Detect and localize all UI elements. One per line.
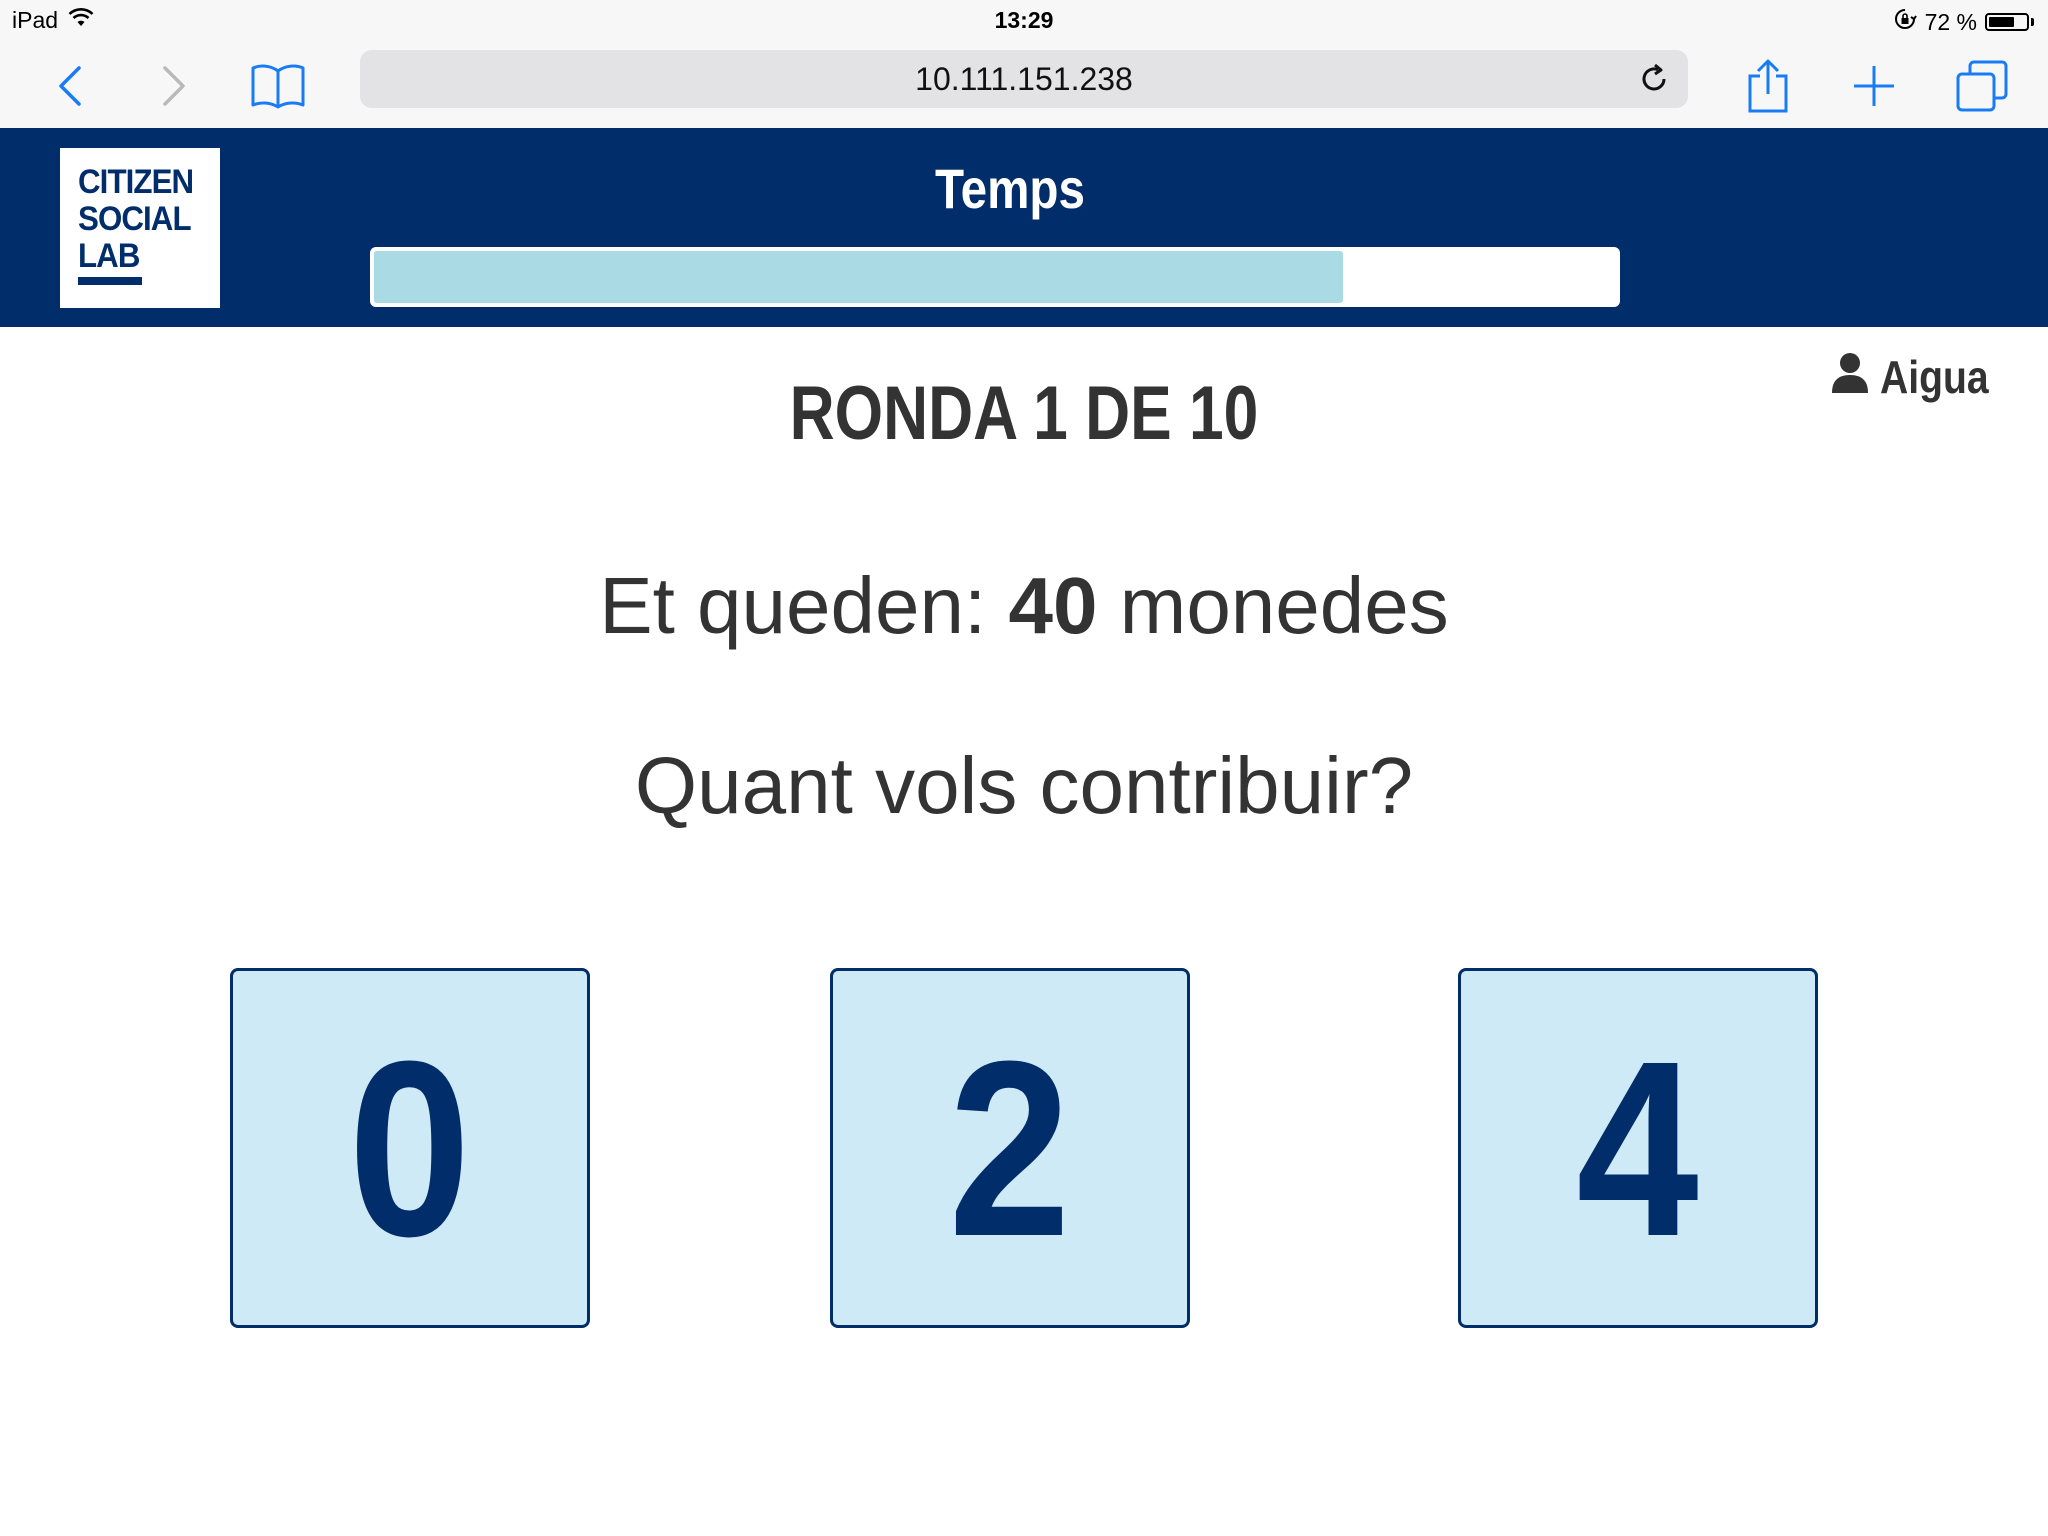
status-bar: iPad 13:29 72 % bbox=[0, 0, 2048, 42]
contribute-option-4[interactable]: 4 bbox=[1458, 968, 1818, 1328]
option-label: 2 bbox=[948, 1008, 1072, 1288]
url-text: 10.111.151.238 bbox=[915, 60, 1133, 97]
forward-icon[interactable] bbox=[144, 56, 204, 116]
battery-percent: 72 % bbox=[1924, 8, 1977, 35]
question-text: Quant vols contribuir? bbox=[634, 741, 1414, 830]
logo-line-2: SOCIAL bbox=[78, 200, 192, 238]
back-icon[interactable] bbox=[40, 56, 100, 116]
coins-suffix: monedes bbox=[1119, 561, 1449, 650]
timer-title: Temps bbox=[935, 157, 1085, 220]
coins-value: 40 bbox=[1008, 561, 1098, 650]
tabs-icon[interactable] bbox=[1952, 56, 2012, 116]
bookmarks-icon[interactable] bbox=[248, 56, 308, 116]
status-time: 13:29 bbox=[994, 7, 1054, 33]
timer-progress-fill bbox=[374, 251, 1343, 303]
option-label: 4 bbox=[1576, 1008, 1700, 1288]
option-label: 0 bbox=[348, 1008, 472, 1288]
rotation-lock-icon bbox=[1893, 7, 1917, 37]
reload-icon[interactable] bbox=[1634, 59, 1674, 99]
new-tab-icon[interactable] bbox=[1844, 56, 1904, 116]
status-right: 72 % bbox=[1893, 7, 2034, 37]
citizen-social-lab-logo: CITIZEN SOCIAL LAB bbox=[60, 148, 220, 308]
contribute-option-0[interactable]: 0 bbox=[230, 968, 590, 1328]
contribute-option-2[interactable]: 2 bbox=[830, 968, 1190, 1328]
address-bar[interactable]: 10.111.151.238 bbox=[360, 50, 1688, 108]
coins-prefix: Et queden: bbox=[599, 561, 987, 650]
coins-remaining: Et queden: 40 monedes bbox=[0, 560, 2048, 652]
battery-level bbox=[1989, 17, 2014, 27]
logo-underline bbox=[78, 277, 142, 285]
app-header: CITIZEN SOCIAL LAB Temps bbox=[0, 128, 2048, 327]
share-icon[interactable] bbox=[1738, 56, 1798, 116]
timer-progress-bar bbox=[370, 247, 1620, 307]
battery-icon bbox=[1985, 13, 2029, 31]
logo-line-3: LAB bbox=[78, 237, 140, 275]
browser-toolbar: 10.111.151.238 bbox=[0, 42, 2048, 129]
user-name: Aigua bbox=[1880, 351, 1989, 403]
battery-tip bbox=[2031, 18, 2034, 26]
round-title: RONDA 1 DE 10 bbox=[789, 371, 1259, 456]
logo-line-1: CITIZEN bbox=[78, 163, 194, 201]
